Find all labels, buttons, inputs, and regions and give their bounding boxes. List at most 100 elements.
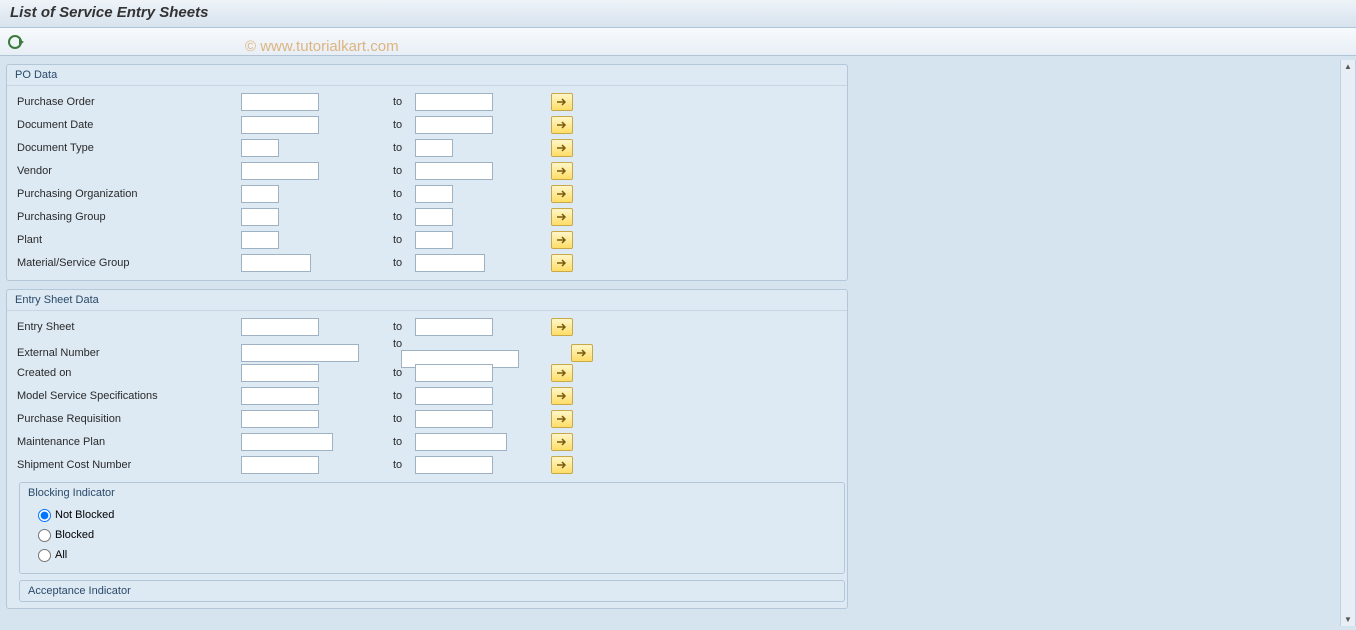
input-created-on-from[interactable] — [241, 364, 319, 382]
row-plant: Plant to — [13, 228, 841, 251]
selection-screen: PO Data Purchase Order to Document Date … — [6, 60, 1340, 626]
multiselect-shipment-cost[interactable] — [551, 456, 573, 474]
radio-blocked[interactable] — [38, 529, 51, 542]
label-purch-org: Purchasing Organization — [13, 188, 241, 200]
multiselect-document-type[interactable] — [551, 139, 573, 157]
input-document-type-to[interactable] — [415, 139, 453, 157]
label-model-svc-spec: Model Service Specifications — [13, 390, 241, 402]
label-document-type: Document Type — [13, 142, 241, 154]
multiselect-mat-svc-group[interactable] — [551, 254, 573, 272]
group-title-blocking: Blocking Indicator — [20, 483, 844, 503]
input-vendor-from[interactable] — [241, 162, 319, 180]
label-purch-group: Purchasing Group — [13, 211, 241, 223]
input-maint-plan-to[interactable] — [415, 433, 507, 451]
group-blocking-indicator: Blocking Indicator Not Blocked Blocked — [19, 482, 845, 574]
label-external-number: External Number — [13, 347, 241, 359]
page-title-bar: List of Service Entry Sheets — [0, 0, 1356, 28]
label-purchase-req: Purchase Requisition — [13, 413, 241, 425]
multiselect-purch-group[interactable] — [551, 208, 573, 226]
input-purch-group-from[interactable] — [241, 208, 279, 226]
app-toolbar — [0, 28, 1356, 56]
group-acceptance-indicator: Acceptance Indicator — [19, 580, 845, 602]
row-created-on: Created on to — [13, 361, 841, 384]
input-purch-org-from[interactable] — [241, 185, 279, 203]
input-purch-org-to[interactable] — [415, 185, 453, 203]
row-shipment-cost: Shipment Cost Number to — [13, 453, 841, 476]
group-title-entry: Entry Sheet Data — [7, 290, 847, 311]
multiselect-maint-plan[interactable] — [551, 433, 573, 451]
multiselect-purch-org[interactable] — [551, 185, 573, 203]
input-purchase-order-to[interactable] — [415, 93, 493, 111]
input-model-svc-spec-to[interactable] — [415, 387, 493, 405]
row-maint-plan: Maintenance Plan to — [13, 430, 841, 453]
label-shipment-cost: Shipment Cost Number — [13, 459, 241, 471]
radio-label-blocked: Blocked — [55, 529, 94, 541]
group-po-data: PO Data Purchase Order to Document Date … — [6, 64, 848, 281]
input-maint-plan-from[interactable] — [241, 433, 333, 451]
input-document-date-from[interactable] — [241, 116, 319, 134]
input-purchase-order-from[interactable] — [241, 93, 319, 111]
input-mat-svc-group-to[interactable] — [415, 254, 485, 272]
execute-button[interactable] — [6, 33, 24, 51]
label-vendor: Vendor — [13, 165, 241, 177]
radio-label-not-blocked: Not Blocked — [55, 509, 114, 521]
input-external-number-from[interactable] — [241, 344, 359, 362]
label-entry-sheet: Entry Sheet — [13, 321, 241, 333]
input-shipment-cost-to[interactable] — [415, 456, 493, 474]
input-mat-svc-group-from[interactable] — [241, 254, 311, 272]
input-purchase-req-from[interactable] — [241, 410, 319, 428]
input-shipment-cost-from[interactable] — [241, 456, 319, 474]
input-entry-sheet-to[interactable] — [415, 318, 493, 336]
content-area: PO Data Purchase Order to Document Date … — [0, 56, 1356, 630]
vertical-scrollbar[interactable]: ▲ ▼ — [1340, 60, 1356, 626]
input-plant-to[interactable] — [415, 231, 453, 249]
row-purch-org: Purchasing Organization to — [13, 182, 841, 205]
row-external-number: External Number to — [13, 338, 841, 361]
row-vendor: Vendor to — [13, 159, 841, 182]
scroll-up-icon[interactable]: ▲ — [1344, 62, 1352, 71]
multiselect-purchase-req[interactable] — [551, 410, 573, 428]
to-label: to — [391, 96, 402, 108]
row-mat-svc-group: Material/Service Group to — [13, 251, 841, 274]
input-purchase-req-to[interactable] — [415, 410, 493, 428]
label-maint-plan: Maintenance Plan — [13, 436, 241, 448]
multiselect-vendor[interactable] — [551, 162, 573, 180]
radio-label-all: All — [55, 549, 67, 561]
row-purchase-order: Purchase Order to — [13, 90, 841, 113]
label-purchase-order: Purchase Order — [13, 96, 241, 108]
input-entry-sheet-from[interactable] — [241, 318, 319, 336]
scroll-track[interactable] — [1341, 71, 1355, 615]
input-vendor-to[interactable] — [415, 162, 493, 180]
input-purch-group-to[interactable] — [415, 208, 453, 226]
row-entry-sheet: Entry Sheet to — [13, 315, 841, 338]
execute-icon — [8, 35, 22, 49]
row-model-svc-spec: Model Service Specifications to — [13, 384, 841, 407]
row-document-type: Document Type to — [13, 136, 841, 159]
multiselect-purchase-order[interactable] — [551, 93, 573, 111]
label-document-date: Document Date — [13, 119, 241, 131]
multiselect-entry-sheet[interactable] — [551, 318, 573, 336]
label-created-on: Created on — [13, 367, 241, 379]
row-purchase-req: Purchase Requisition to — [13, 407, 841, 430]
row-document-date: Document Date to — [13, 113, 841, 136]
multiselect-created-on[interactable] — [551, 364, 573, 382]
multiselect-external-number[interactable] — [571, 344, 593, 362]
input-document-date-to[interactable] — [415, 116, 493, 134]
label-mat-svc-group: Material/Service Group — [13, 257, 241, 269]
multiselect-plant[interactable] — [551, 231, 573, 249]
input-plant-from[interactable] — [241, 231, 279, 249]
input-model-svc-spec-from[interactable] — [241, 387, 319, 405]
group-title-po: PO Data — [7, 65, 847, 86]
multiselect-document-date[interactable] — [551, 116, 573, 134]
radio-all[interactable] — [38, 549, 51, 562]
multiselect-model-svc-spec[interactable] — [551, 387, 573, 405]
group-title-acceptance: Acceptance Indicator — [20, 581, 844, 601]
label-plant: Plant — [13, 234, 241, 246]
page-title: List of Service Entry Sheets — [10, 4, 208, 21]
radio-not-blocked[interactable] — [38, 509, 51, 522]
group-entry-sheet-data: Entry Sheet Data Entry Sheet to External… — [6, 289, 848, 609]
input-document-type-from[interactable] — [241, 139, 279, 157]
row-purch-group: Purchasing Group to — [13, 205, 841, 228]
scroll-down-icon[interactable]: ▼ — [1344, 615, 1352, 624]
input-created-on-to[interactable] — [415, 364, 493, 382]
